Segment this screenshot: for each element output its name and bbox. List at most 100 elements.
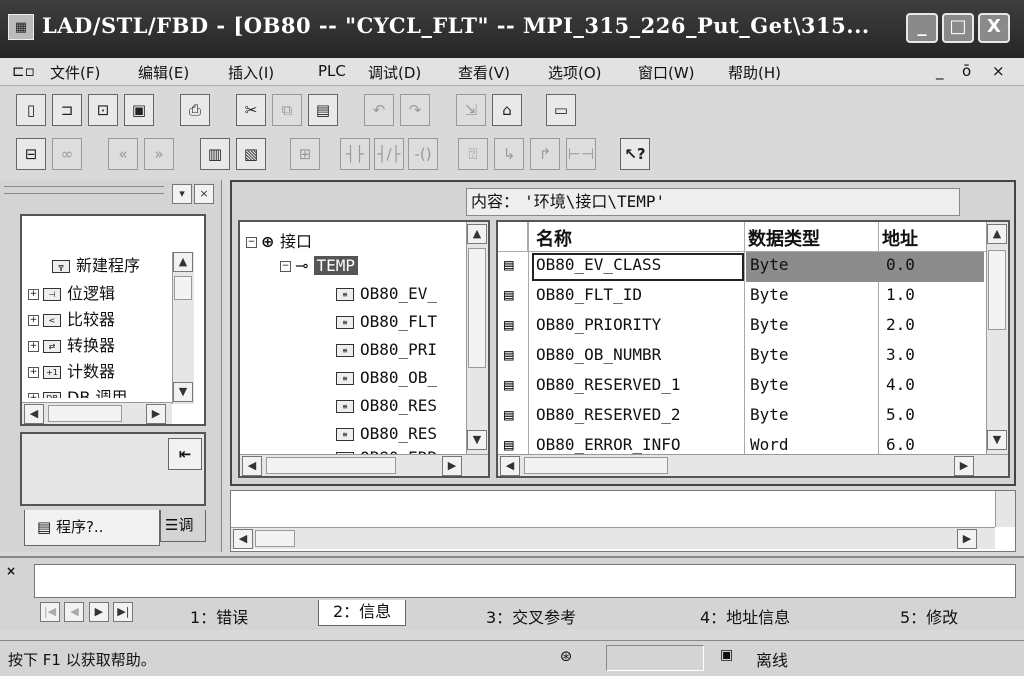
column-name[interactable]: 名称 [536,225,572,251]
maximize-button[interactable]: □ [942,13,974,43]
accessible-nodes-icon[interactable]: ⊡ [88,94,118,126]
scroll-left-icon[interactable]: ◀ [500,456,520,476]
redo-icon[interactable]: ↷ [400,94,430,126]
menu-view[interactable]: 查看(V) [458,62,510,83]
comment-icon[interactable]: ▭ [546,94,576,126]
menu-window[interactable]: 窗口(W) [638,62,695,83]
scroll-thumb[interactable] [468,248,486,368]
table-row[interactable]: ▤ OB80_RESERVED_1 Byte 4.0 [498,372,986,402]
code-editor[interactable]: ◀ ▶ [230,490,1016,552]
tree-leaf[interactable]: ≡ OB80_OB_ [336,368,437,387]
catalog-hscroll[interactable]: ◀ ▶ [22,402,172,424]
station-icon[interactable]: ⌂ [492,94,522,126]
branch-close-icon[interactable]: ↱ [530,138,560,170]
tree-leaf[interactable]: ≡ OB80_EV_ [336,284,437,303]
scroll-thumb[interactable] [524,457,668,474]
close-button[interactable]: X [978,13,1010,43]
next-network-icon[interactable]: » [144,138,174,170]
editor-split-icon[interactable] [995,491,1015,527]
tree-leaf[interactable]: ≡ OB80_RES [336,396,437,415]
minimize-button[interactable]: _ [906,13,938,43]
scroll-left-icon[interactable]: ◀ [24,404,44,424]
catalog-new-block[interactable]: ╦ 新建程序 [52,252,140,276]
tab-info[interactable]: 2：信息 [318,600,407,626]
mdi-window-icon[interactable]: ⊏▫ [12,62,35,80]
coil-icon[interactable]: -() [408,138,438,170]
scroll-up-icon[interactable]: ▲ [987,224,1007,244]
menu-debug[interactable]: 调试(D) [368,62,421,83]
scroll-up-icon[interactable]: ▲ [467,224,487,244]
tree-leaf[interactable]: ≡ OB80_RES [336,424,437,443]
menu-file[interactable]: 文件(F) [50,62,100,83]
scroll-thumb[interactable] [48,405,122,422]
download-icon[interactable]: ⇲ [456,94,486,126]
tree-temp[interactable]: − ⊸ TEMP [280,256,359,275]
catalog-item[interactable]: + +1 计数器 [28,358,115,382]
scroll-left-icon[interactable]: ◀ [233,529,253,549]
connection-icon[interactable]: ⊢⊣ [566,138,596,170]
tab-cross-reference[interactable]: 3：交叉参考 [486,604,576,628]
scroll-thumb[interactable] [255,530,295,547]
scroll-down-icon[interactable]: ▼ [987,430,1007,450]
column-address[interactable]: 地址 [882,225,918,251]
tree-hscroll[interactable]: ◀ ▶ [240,454,488,476]
scroll-thumb[interactable] [988,250,1006,330]
scroll-thumb[interactable] [174,276,192,300]
table-hscroll[interactable]: ◀ ▶ [498,454,1008,476]
tree-vscroll[interactable]: ▲ ▼ [466,222,488,454]
scroll-right-icon[interactable]: ▶ [442,456,462,476]
prev-tab-icon[interactable]: ◀ [64,602,85,622]
scroll-down-icon[interactable]: ▼ [173,382,193,402]
new-icon[interactable]: ▯ [16,94,46,126]
details-toggle-icon[interactable]: ▧ [236,138,266,170]
glasses-icon[interactable]: ∞ [52,138,82,170]
table-row[interactable]: ▤ OB80_OB_NUMBR Byte 3.0 [498,342,986,372]
tab-modify[interactable]: 5：修改 [900,604,958,628]
prev-network-icon[interactable]: « [108,138,138,170]
scroll-up-icon[interactable]: ▲ [173,252,193,272]
monitor-icon[interactable]: ⊟ [16,138,46,170]
table-row[interactable]: ▤ OB80_EV_CLASS Byte 0.0 [498,252,986,282]
scroll-thumb[interactable] [266,457,396,474]
table-row[interactable]: ▤ OB80_FLT_ID Byte 1.0 [498,282,986,312]
scroll-right-icon[interactable]: ▶ [954,456,974,476]
menu-plc[interactable]: PLC [318,62,346,80]
tree-leaf[interactable]: ≡ OB80_FLT [336,312,437,331]
menu-help[interactable]: 帮助(H) [728,62,781,83]
no-contact-icon[interactable]: ┤├ [340,138,370,170]
dropdown-icon[interactable]: ▾ [172,184,192,204]
tab-address-info[interactable]: 4：地址信息 [700,604,790,628]
editor-hscroll[interactable]: ◀ ▶ [231,527,995,549]
empty-box-icon[interactable]: ⍰ [458,138,488,170]
table-row[interactable]: ▤ OB80_PRIORITY Byte 2.0 [498,312,986,342]
insert-icon[interactable]: ⇤ [168,438,202,470]
mdi-close-button[interactable]: × [992,62,1005,80]
first-tab-icon[interactable]: |◀ [40,602,60,622]
menu-edit[interactable]: 编辑(E) [138,62,189,83]
tab-program[interactable]: ▤ 程序?.. [24,510,160,546]
tree-leaf[interactable]: ≡ OB80_PRI [336,340,437,359]
branch-open-icon[interactable]: ↳ [494,138,524,170]
catalog-item[interactable]: + ⊣ 位逻辑 [28,280,115,304]
tab-errors[interactable]: 1：错误 [190,604,248,628]
nc-contact-icon[interactable]: ┤/├ [374,138,404,170]
catalog-vscroll[interactable]: ▲ ▼ [172,252,194,404]
copy-icon[interactable]: ⧉ [272,94,302,126]
cut-icon[interactable]: ✂ [236,94,266,126]
table-row[interactable]: ▤ OB80_ERROR_INFO Word 6.0 [498,432,986,454]
new-network-icon[interactable]: ⊞ [290,138,320,170]
next-tab-icon[interactable]: ▶ [88,602,109,622]
catalog-item[interactable]: + ⇄ 转换器 [28,332,115,356]
undo-icon[interactable]: ↶ [364,94,394,126]
mdi-minimize-button[interactable]: _ [936,62,944,80]
overview-toggle-icon[interactable]: ▥ [200,138,230,170]
tree-root[interactable]: − ⊕ 接口 [246,228,312,252]
menu-insert[interactable]: 插入(I) [228,62,274,83]
tab-call-structure[interactable]: ☰调 [160,510,206,542]
scroll-right-icon[interactable]: ▶ [957,529,977,549]
catalog-close-icon[interactable]: × [194,184,214,204]
scroll-right-icon[interactable]: ▶ [146,404,166,424]
table-vscroll[interactable]: ▲ ▼ [986,222,1008,454]
scroll-down-icon[interactable]: ▼ [467,430,487,450]
open-icon[interactable]: ⊐ [52,94,82,126]
